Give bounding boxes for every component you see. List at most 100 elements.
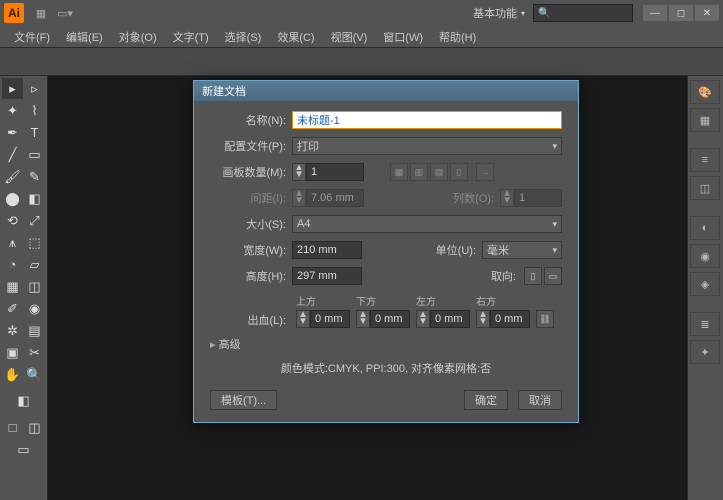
menu-effect[interactable]: 效果(C) <box>269 27 322 47</box>
menu-object[interactable]: 对象(O) <box>111 27 165 47</box>
pen-tool[interactable]: ✒ <box>2 122 23 143</box>
blob-brush-tool[interactable]: ⬤ <box>2 188 23 209</box>
eraser-tool[interactable]: ◧ <box>24 188 45 209</box>
dialog-title: 新建文档 <box>194 81 578 101</box>
menu-type[interactable]: 文字(T) <box>165 27 217 47</box>
artboards-input[interactable] <box>306 163 364 181</box>
menu-select[interactable]: 选择(S) <box>217 27 270 47</box>
app-logo: Ai <box>4 3 24 23</box>
bleed-left-stepper[interactable]: ▴▾ <box>416 310 430 328</box>
profile-dropdown[interactable]: 打印 <box>292 137 562 155</box>
advanced-toggle[interactable]: 高级 <box>210 336 562 352</box>
bleed-label: 出血(L): <box>210 312 292 328</box>
units-dropdown[interactable]: 毫米 <box>482 241 562 259</box>
magic-wand-tool[interactable]: ✦ <box>2 100 23 121</box>
grid-by-col-icon[interactable]: ▥ <box>410 163 428 181</box>
color-mode[interactable]: □ <box>2 417 23 438</box>
direct-selection-tool[interactable]: ▹ <box>24 78 45 99</box>
bleed-left-label: 左方 <box>416 293 436 308</box>
fill-stroke[interactable]: ◧ <box>2 386 45 416</box>
artboards-stepper[interactable]: ▴▾ <box>292 163 306 181</box>
workspace-switcher[interactable]: 基本功能 ▾ <box>473 5 525 21</box>
tools-panel: ▸ ▹ ✦ ⌇ ✒ T ╱ ▭ 🖌 ✎ ⬤ ◧ ⟲ ⤢ ⩚ ⬚ ◔ ▱ ▦ ◫ … <box>0 76 48 500</box>
ok-button[interactable]: 确定 <box>464 390 508 410</box>
graph-tool[interactable]: ▤ <box>24 320 45 341</box>
shape-builder-tool[interactable]: ◔ <box>2 254 23 275</box>
bleed-bottom-stepper[interactable]: ▴▾ <box>356 310 370 328</box>
rotate-tool[interactable]: ⟲ <box>2 210 23 231</box>
gradient-panel-icon[interactable]: ◫ <box>690 176 720 200</box>
paintbrush-tool[interactable]: 🖌 <box>2 166 23 187</box>
new-document-dialog: 新建文档 名称(N): 配置文件(P): 打印 画板数量(M): ▴▾ ▦ ▥ … <box>193 80 579 423</box>
menu-help[interactable]: 帮助(H) <box>431 27 484 47</box>
stroke-panel-icon[interactable]: ≡ <box>690 148 720 172</box>
bleed-bottom-label: 下方 <box>356 293 376 308</box>
line-tool[interactable]: ╱ <box>2 144 23 165</box>
layers-panel-icon[interactable]: ≣ <box>690 312 720 336</box>
templates-button[interactable]: 模板(T)... <box>210 390 277 410</box>
bleed-right-stepper[interactable]: ▴▾ <box>476 310 490 328</box>
color-panel-icon[interactable]: 🎨 <box>690 80 720 104</box>
rectangle-tool[interactable]: ▭ <box>24 144 45 165</box>
portrait-button[interactable]: ▯ <box>524 267 542 285</box>
maximize-button[interactable]: ◻ <box>669 5 693 21</box>
slice-tool[interactable]: ✂ <box>24 342 45 363</box>
search-input[interactable]: 🔍 <box>533 4 633 22</box>
arrange-col-icon[interactable]: ▯ <box>450 163 468 181</box>
arrange-rtl-icon[interactable]: → <box>476 163 494 181</box>
blend-tool[interactable]: ◉ <box>24 298 45 319</box>
name-input[interactable] <box>292 111 562 129</box>
document-summary: 颜色模式:CMYK, PPI:300, 对齐像素网格:否 <box>210 360 562 376</box>
swatches-panel-icon[interactable]: ▦ <box>690 108 720 132</box>
bleed-top-input[interactable] <box>310 310 350 328</box>
minimize-button[interactable]: — <box>643 5 667 21</box>
menu-window[interactable]: 窗口(W) <box>375 27 431 47</box>
free-transform-tool[interactable]: ⬚ <box>24 232 45 253</box>
spacing-input <box>306 189 364 207</box>
symbols-panel-icon[interactable]: ✦ <box>690 340 720 364</box>
menu-view[interactable]: 视图(V) <box>323 27 376 47</box>
graphic-styles-panel-icon[interactable]: ◈ <box>690 272 720 296</box>
cancel-button[interactable]: 取消 <box>518 390 562 410</box>
hand-tool[interactable]: ✋ <box>2 364 23 385</box>
scale-tool[interactable]: ⤢ <box>24 210 45 231</box>
arrange-icon[interactable]: ▭▾ <box>56 4 74 22</box>
bridge-icon[interactable]: ▦ <box>32 4 50 22</box>
bleed-bottom-input[interactable] <box>370 310 410 328</box>
selection-tool[interactable]: ▸ <box>2 78 23 99</box>
menu-file[interactable]: 文件(F) <box>6 27 58 47</box>
zoom-tool[interactable]: 🔍 <box>24 364 45 385</box>
orientation-label: 取向: <box>462 268 522 284</box>
arrange-row-icon[interactable]: ▤ <box>430 163 448 181</box>
symbol-sprayer-tool[interactable]: ✲ <box>2 320 23 341</box>
close-button[interactable]: ✕ <box>695 5 719 21</box>
eyedropper-tool[interactable]: ✐ <box>2 298 23 319</box>
bleed-right-input[interactable] <box>490 310 530 328</box>
height-input[interactable] <box>292 267 362 285</box>
size-dropdown[interactable]: A4 <box>292 215 562 233</box>
draw-mode[interactable]: ◫ <box>24 417 45 438</box>
control-strip <box>0 48 723 76</box>
menu-edit[interactable]: 编辑(E) <box>58 27 111 47</box>
width-tool[interactable]: ⩚ <box>2 232 23 253</box>
transparency-panel-icon[interactable]: ◐ <box>690 216 720 240</box>
width-label: 宽度(W): <box>210 242 292 258</box>
mesh-tool[interactable]: ▦ <box>2 276 23 297</box>
type-tool[interactable]: T <box>24 122 45 143</box>
bleed-left-input[interactable] <box>430 310 470 328</box>
pencil-tool[interactable]: ✎ <box>24 166 45 187</box>
bleed-right-label: 右方 <box>476 293 496 308</box>
bleed-link-button[interactable]: ⛓ <box>536 310 554 328</box>
perspective-tool[interactable]: ▱ <box>24 254 45 275</box>
landscape-button[interactable]: ▭ <box>544 267 562 285</box>
width-input[interactable] <box>292 241 362 259</box>
spacing-label: 间距(I): <box>210 190 292 206</box>
screen-mode[interactable]: ▭ <box>2 439 45 460</box>
appearance-panel-icon[interactable]: ◉ <box>690 244 720 268</box>
gradient-tool[interactable]: ◫ <box>24 276 45 297</box>
bleed-top-stepper[interactable]: ▴▾ <box>296 310 310 328</box>
grid-by-row-icon[interactable]: ▦ <box>390 163 408 181</box>
lasso-tool[interactable]: ⌇ <box>24 100 45 121</box>
artboard-tool[interactable]: ▣ <box>2 342 23 363</box>
columns-input <box>514 189 562 207</box>
